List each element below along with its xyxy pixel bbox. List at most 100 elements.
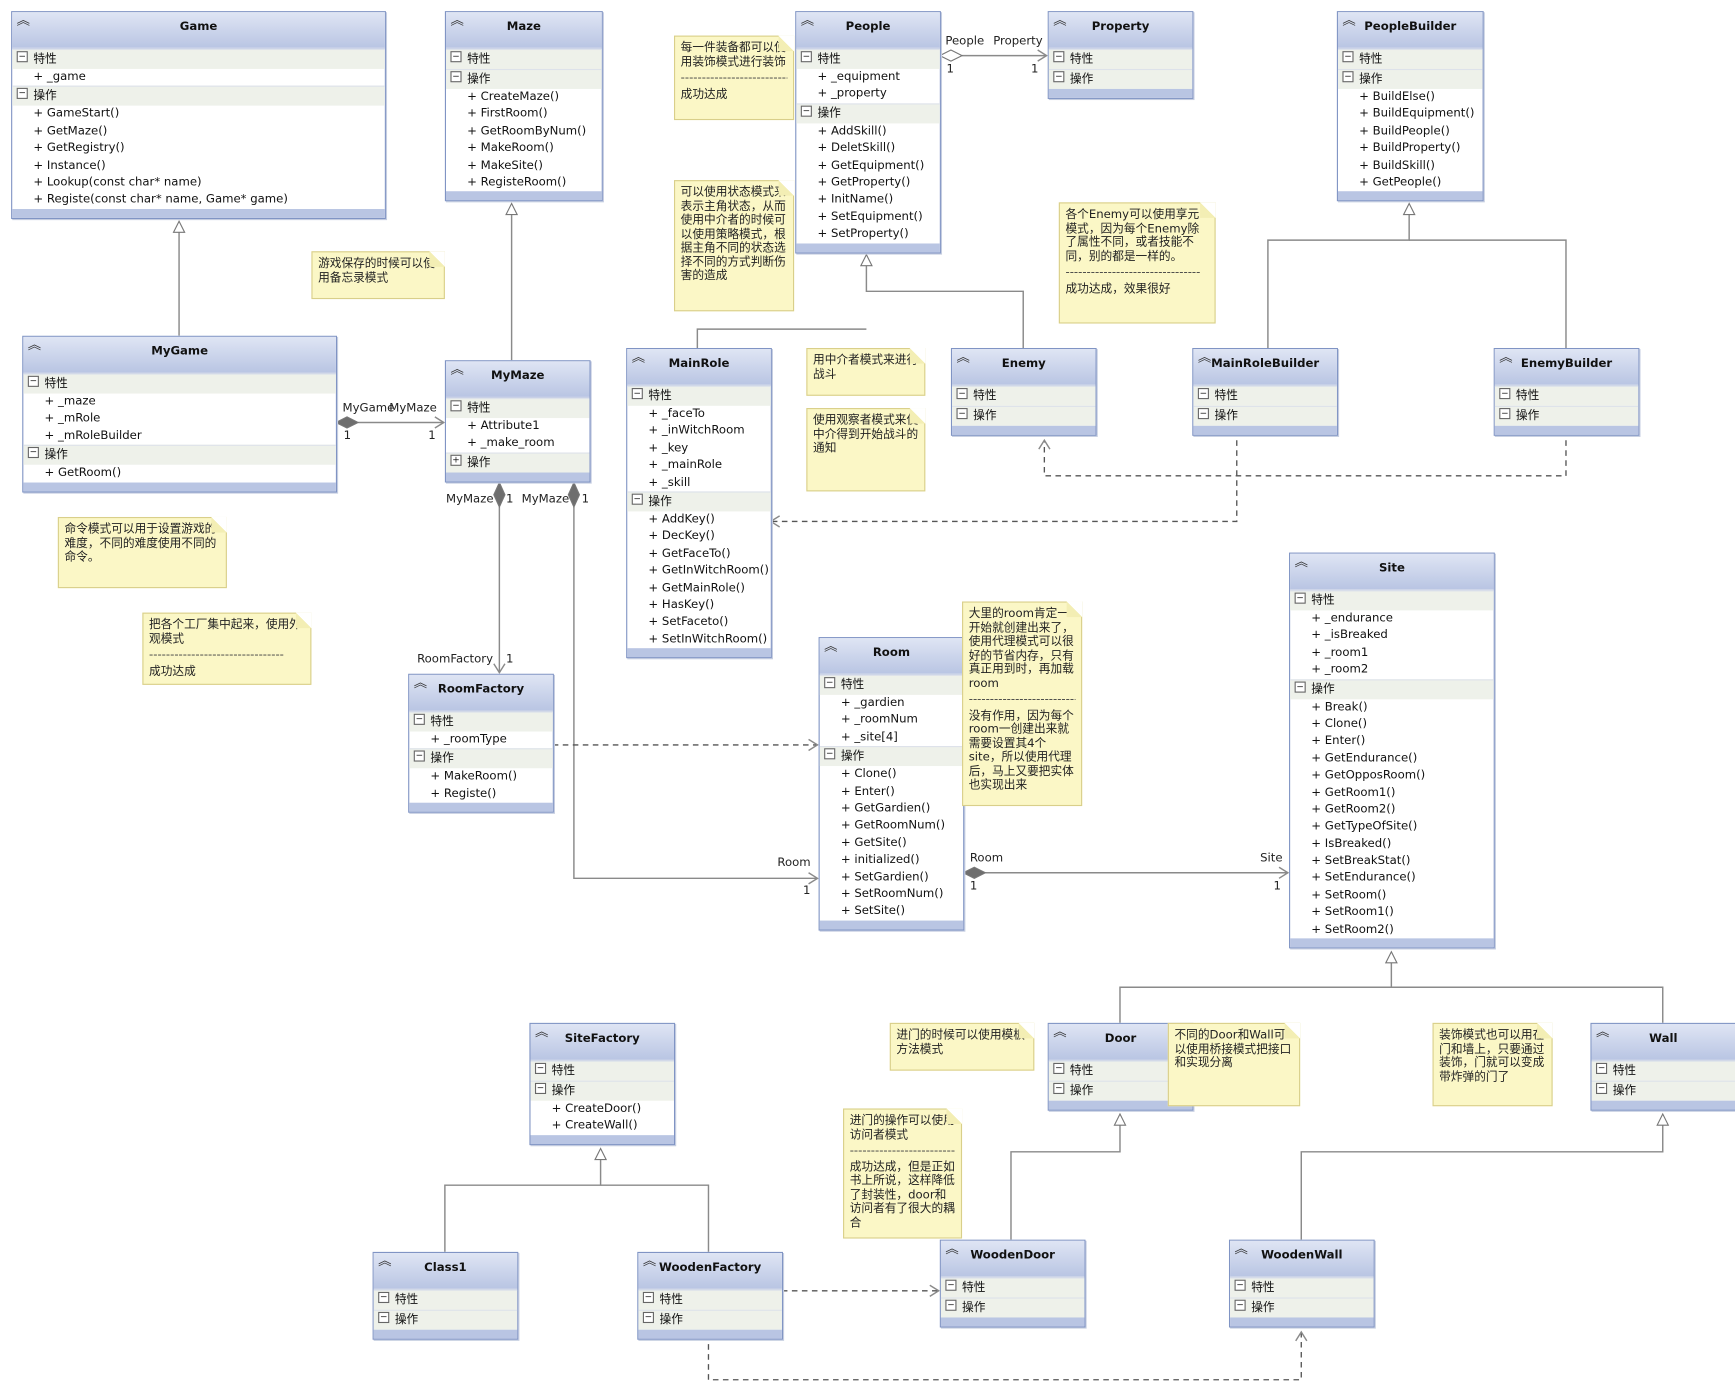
operations-section-header[interactable]: − 操作 (23, 444, 336, 465)
attribute-item[interactable]: + _maze (23, 394, 336, 411)
class-mygame[interactable]: ︽ MyGame − 特性 + _maze + _mRole + _mRoleBuilder… (22, 335, 337, 493)
operation-item[interactable]: + CreateDoor() (531, 1101, 674, 1118)
collapse-minus-icon[interactable]: − (450, 71, 462, 83)
attribute-item[interactable]: + _gardien (820, 695, 963, 712)
class-mymaze[interactable]: ︽ MyMaze − 特性 + Attribute1 + _make_room + 操作 (444, 360, 591, 483)
attributes-section-header[interactable]: − 特性 (530, 1060, 674, 1081)
collapse-minus-icon[interactable]: − (956, 408, 968, 420)
operations-section-header[interactable]: − 操作 (819, 746, 964, 767)
operation-item[interactable]: + SetInWitchRoom() (627, 631, 770, 648)
operation-item[interactable]: + SetRoom() (1290, 887, 1494, 904)
operation-item[interactable]: + GetProperty() (796, 175, 939, 192)
operation-item[interactable]: + Clone() (820, 766, 963, 783)
class-site[interactable]: ︽ Site − 特性 + _endurance + _isBreaked + _room1… (1289, 552, 1495, 949)
collapse-minus-icon[interactable]: − (27, 447, 39, 459)
collapse-minus-icon[interactable]: − (534, 1062, 547, 1074)
class-room[interactable]: ︽ Room − 特性 + _gardien + _roomNum + _site[4] − 操… (818, 637, 965, 931)
attribute-item[interactable]: + _roomNum (820, 712, 963, 729)
collapse-minus-icon[interactable]: − (631, 493, 643, 505)
attributes-section-header[interactable]: − 特性 (952, 385, 1096, 406)
collapse-minus-icon[interactable]: − (800, 105, 812, 117)
operation-item[interactable]: + BuildProperty() (1338, 140, 1483, 157)
class-people[interactable]: ︽ People − 特性 + _equipment + _property − 操作 + Ad… (795, 11, 941, 253)
attributes-section-header[interactable]: − 特性 (940, 1277, 1085, 1298)
operations-section-header[interactable]: − 操作 (1193, 405, 1337, 426)
attributes-section-header[interactable]: − 特性 (23, 373, 336, 394)
collapse-minus-icon[interactable]: − (378, 1311, 390, 1324)
attribute-item[interactable]: + _skill (627, 474, 770, 491)
operation-item[interactable]: + IsBreaked() (1290, 836, 1494, 853)
attribute-item[interactable]: + _game (12, 69, 385, 86)
operations-section-header[interactable]: − 操作 (638, 1309, 782, 1330)
collapse-minus-icon[interactable]: − (800, 51, 812, 63)
attribute-item[interactable]: + _roomType (409, 732, 552, 749)
class-game[interactable]: ︽ Game − 特性 + _game − 操作 + GameStart() + GetMaze… (11, 11, 386, 219)
attributes-section-header[interactable]: − 特性 (12, 48, 385, 69)
operation-item[interactable]: + Registe() (409, 786, 552, 803)
attribute-item[interactable]: + _property (796, 86, 939, 103)
operations-section-header[interactable]: + 操作 (445, 452, 590, 473)
operations-section-header[interactable]: − 操作 (627, 491, 771, 512)
operation-item[interactable]: + InitName() (796, 192, 939, 209)
attributes-section-header[interactable]: − 特性 (1494, 385, 1639, 406)
collapse-minus-icon[interactable]: − (378, 1291, 390, 1304)
operation-item[interactable]: + MakeSite() (446, 157, 602, 174)
operation-item[interactable]: + GetInWitchRoom() (627, 563, 770, 580)
attributes-section-header[interactable]: − 特性 (409, 711, 553, 732)
attribute-item[interactable]: + _make_room (446, 435, 589, 452)
operation-item[interactable]: + GetRegistry() (12, 140, 385, 157)
operation-item[interactable]: + GetEndurance() (1290, 750, 1494, 767)
collapse-minus-icon[interactable]: − (1234, 1279, 1246, 1291)
attributes-section-header[interactable]: − 特性 (445, 48, 602, 69)
collapse-minus-icon[interactable]: − (945, 1299, 957, 1311)
class-enemy[interactable]: ︽ Enemy − 特性 − 操作 (950, 347, 1097, 436)
collapse-minus-icon[interactable]: − (1596, 1062, 1608, 1074)
operation-item[interactable]: + CreateMaze() (446, 89, 602, 106)
attribute-item[interactable]: + _mRoleBuilder (23, 428, 336, 445)
operation-item[interactable]: + MakeRoom() (409, 769, 552, 786)
operation-item[interactable]: + SetRoom1() (1290, 904, 1494, 921)
operation-item[interactable]: + GetMaze() (12, 123, 385, 140)
operations-section-header[interactable]: − 操作 (1290, 678, 1494, 699)
collapse-minus-icon[interactable]: − (824, 748, 836, 760)
operation-item[interactable]: + DecKey() (627, 528, 770, 545)
operation-item[interactable]: + Registe(const char* name, Game* game) (12, 192, 385, 209)
operation-item[interactable]: + GetTypeOfSite() (1290, 819, 1494, 836)
operation-item[interactable]: + GetRoom2() (1290, 802, 1494, 819)
operation-item[interactable]: + GetGardien() (820, 800, 963, 817)
collapse-minus-icon[interactable]: − (413, 713, 425, 725)
attributes-section-header[interactable]: − 特性 (819, 674, 964, 695)
attribute-item[interactable]: + _endurance (1290, 610, 1494, 627)
operation-item[interactable]: + initialized() (820, 852, 963, 869)
class-mainrole[interactable]: ︽ MainRole − 特性 + _faceTo + _inWitchRoom + _ke… (626, 347, 772, 659)
operation-item[interactable]: + SetBreakStat() (1290, 853, 1494, 870)
collapse-minus-icon[interactable]: − (534, 1082, 547, 1095)
operation-item[interactable]: + Enter() (1290, 733, 1494, 750)
collapse-minus-icon[interactable]: − (956, 388, 968, 400)
operations-section-header[interactable]: − 操作 (796, 103, 940, 124)
operation-item[interactable]: + GetRoom1() (1290, 784, 1494, 801)
operation-item[interactable]: + SetSite() (820, 903, 963, 920)
collapse-minus-icon[interactable]: − (1197, 388, 1209, 400)
operations-section-header[interactable]: − 操作 (1494, 405, 1639, 426)
attributes-section-header[interactable]: − 特性 (1337, 48, 1483, 69)
operations-section-header[interactable]: − 操作 (952, 405, 1096, 426)
attribute-item[interactable]: + _faceTo (627, 406, 770, 423)
collapse-minus-icon[interactable]: − (1342, 71, 1354, 83)
collapse-minus-icon[interactable]: − (1499, 388, 1511, 400)
collapse-minus-icon[interactable]: − (1053, 1062, 1065, 1074)
attribute-item[interactable]: + _isBreaked (1290, 627, 1494, 644)
class-roomfactory[interactable]: ︽ RoomFactory − 特性 + _roomType − 操作 + MakeRoom(… (408, 673, 554, 813)
collapse-minus-icon[interactable]: − (1053, 1082, 1065, 1095)
operation-item[interactable]: + GetRoomByNum() (446, 123, 602, 140)
attribute-item[interactable]: + Attribute1 (446, 418, 589, 435)
operation-item[interactable]: + GetRoom() (23, 465, 336, 482)
expand-plus-icon[interactable]: + (450, 454, 462, 466)
collapse-minus-icon[interactable]: − (27, 375, 39, 387)
operation-item[interactable]: + SetFaceto() (627, 614, 770, 631)
operations-section-header[interactable]: − 操作 (1048, 68, 1193, 89)
operation-item[interactable]: + GetRoomNum() (820, 818, 963, 835)
collapse-minus-icon[interactable]: − (1234, 1299, 1246, 1311)
class-woodenwall[interactable]: ︽ WoodenWall − 特性 − 操作 (1228, 1239, 1375, 1328)
attributes-section-header[interactable]: − 特性 (445, 398, 590, 419)
